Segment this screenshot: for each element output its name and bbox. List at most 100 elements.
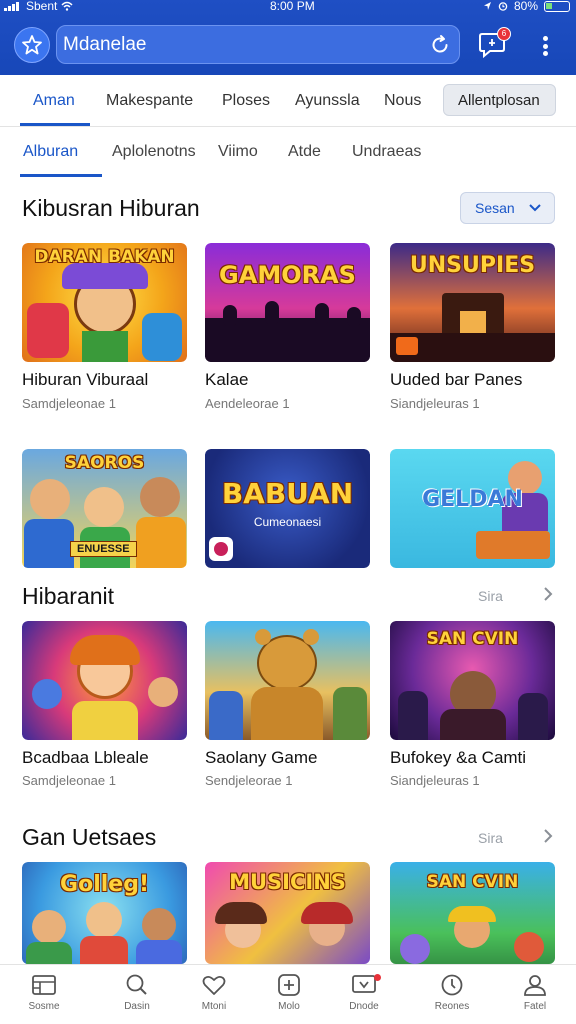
chevron-right-icon[interactable]	[541, 587, 555, 601]
tab-ploses[interactable]: Ploses	[222, 92, 270, 110]
subtab-aplolenotns[interactable]: Aplolenotns	[112, 143, 196, 161]
game-card[interactable]: GELDAN	[390, 449, 555, 568]
notifications-button[interactable]: 6	[478, 27, 511, 59]
location-icon	[483, 2, 491, 10]
game-card[interactable]	[22, 621, 187, 740]
game-thumbnail	[22, 621, 187, 740]
game-card[interactable]: BABUAN Cumeonaesi	[205, 449, 370, 568]
card-title[interactable]: Bcadbaa Lbleale	[22, 748, 149, 768]
chevron-right-icon[interactable]	[541, 829, 555, 843]
carrier-label: Sbent	[26, 0, 58, 13]
nav-label: Mtoni	[201, 1001, 227, 1012]
game-card[interactable]: SAN CVIN	[390, 621, 555, 740]
game-thumbnail: Golleg!	[22, 862, 187, 964]
card-subtitle: Sendjeleorae 1	[205, 773, 293, 788]
game-card[interactable]	[205, 621, 370, 740]
plus-square-icon	[278, 974, 300, 996]
nav-label: Sosme	[28, 1001, 60, 1012]
nav-item-reones[interactable]: Reones	[422, 973, 482, 1012]
tab-allentplosan-label: Allentplosan	[458, 92, 540, 109]
subtab-atde[interactable]: Atde	[288, 143, 321, 161]
thumbnail-art-text: SAN CVIN	[426, 872, 519, 892]
refresh-icon[interactable]	[429, 34, 451, 56]
search-input[interactable]	[63, 30, 423, 60]
nav-label: Dnode	[349, 1001, 379, 1012]
tab-ayunssla[interactable]: Ayunssla	[295, 92, 360, 110]
tab-makespante[interactable]: Makespante	[106, 92, 193, 110]
thumbnail-art-text: SAN CVIN	[426, 629, 519, 649]
subtab-viimo[interactable]: Viimo	[218, 143, 258, 161]
subtab-alburan[interactable]: Alburan	[23, 143, 78, 161]
section-title-kibusran: Kibusran Hiburan	[22, 195, 200, 221]
card-title[interactable]: Saolany Game	[205, 748, 317, 768]
top-bar: Sbent 8:00 PM 80% 6	[0, 0, 576, 75]
compass-icon	[441, 974, 463, 996]
nav-label: Molo	[278, 1001, 300, 1012]
secondary-tabs: Alburan Aplolenotns Viimo Atde Undraeas	[0, 128, 576, 178]
app-logo-icon[interactable]	[14, 27, 50, 63]
game-thumbnail: DARAN BAKAN	[22, 243, 187, 362]
game-card[interactable]: DARAN BAKAN	[22, 243, 187, 362]
sort-label: Sesan	[475, 200, 515, 216]
battery-label: 80%	[513, 0, 538, 13]
nav-item-mtoni[interactable]: Mtoni	[184, 973, 244, 1012]
thumbnail-art-text: DARAN BAKAN	[34, 247, 175, 267]
game-card[interactable]: UNSUPIES	[390, 243, 555, 362]
section-title-hibaranit: Hibaranit	[22, 583, 115, 609]
thumbnail-art-text: GAMORAS	[219, 261, 356, 289]
see-all-link[interactable]: Sira	[478, 588, 503, 604]
nav-notification-dot	[374, 974, 381, 981]
game-thumbnail: GELDAN	[390, 449, 555, 568]
section-title-gan-uetsaes: Gan Uetsaes	[22, 824, 157, 850]
game-thumbnail: MUSICINS	[205, 862, 370, 964]
game-card[interactable]: MUSICINS	[205, 862, 370, 964]
signal-icon	[4, 1, 22, 11]
nav-item-dasin[interactable]: Dasin	[107, 973, 167, 1012]
nav-item-molo[interactable]: Molo	[259, 973, 319, 1012]
game-thumbnail: SAN CVIN	[390, 621, 555, 740]
more-options-icon[interactable]	[535, 33, 555, 59]
active-subtab-indicator	[20, 174, 102, 177]
game-card[interactable]: SAN CVIN	[390, 862, 555, 964]
game-card[interactable]: SAOROS ENUESSE	[22, 449, 187, 568]
chevron-down-icon	[529, 204, 541, 212]
game-card[interactable]: Golleg!	[22, 862, 187, 964]
card-title[interactable]: Kalae	[205, 370, 248, 390]
nav-item-dnode[interactable]: Dnode	[334, 973, 394, 1012]
card-subtitle: Samdjeleonae 1	[22, 773, 116, 788]
user-icon	[524, 975, 546, 996]
nav-item-sosme[interactable]: Sosme	[14, 973, 74, 1012]
tab-allentplosan[interactable]: Allentplosan	[443, 84, 556, 116]
subtab-undraeas[interactable]: Undraeas	[352, 143, 421, 161]
battery-icon	[544, 0, 570, 12]
alarm-icon	[498, 2, 508, 11]
card-title[interactable]: Uuded bar Panes	[390, 370, 522, 390]
thumbnail-art-text: BABUAN	[221, 477, 354, 510]
see-all-link[interactable]: Sira	[478, 830, 503, 846]
card-title[interactable]: Bufokey &a Camti	[390, 748, 526, 768]
thumbnail-art-text: Golleg!	[60, 872, 149, 897]
game-card[interactable]: GAMORAS	[205, 243, 370, 362]
game-thumbnail: GAMORAS	[205, 243, 370, 362]
card-subtitle: Samdjeleonae 1	[22, 396, 116, 411]
status-bar: Sbent 8:00 PM 80%	[0, 0, 576, 14]
thumbnail-art-text: GELDAN	[422, 487, 523, 512]
wifi-icon	[61, 1, 73, 11]
thumbnail-badge: ENUESSE	[70, 541, 137, 557]
search-bar[interactable]	[56, 25, 460, 64]
notification-badge: 6	[497, 27, 511, 41]
sort-dropdown[interactable]: Sesan	[460, 192, 555, 224]
card-title[interactable]: Hiburan Viburaal	[22, 370, 148, 390]
thumbnail-art-text: UNSUPIES	[409, 253, 536, 278]
tab-nous[interactable]: Nous	[384, 92, 421, 110]
active-tab-indicator	[20, 123, 90, 126]
thumbnail-logo-icon	[209, 537, 233, 561]
heart-icon	[202, 975, 226, 995]
tab-aman[interactable]: Aman	[33, 92, 75, 110]
nav-label: Reones	[434, 1001, 470, 1012]
card-subtitle: Aendeleorae 1	[205, 396, 290, 411]
thumbnail-caption: Cumeonaesi	[253, 515, 322, 529]
status-time: 8:00 PM	[270, 0, 315, 13]
nav-item-fatel[interactable]: Fatel	[505, 973, 565, 1012]
calendar-icon	[32, 975, 56, 995]
